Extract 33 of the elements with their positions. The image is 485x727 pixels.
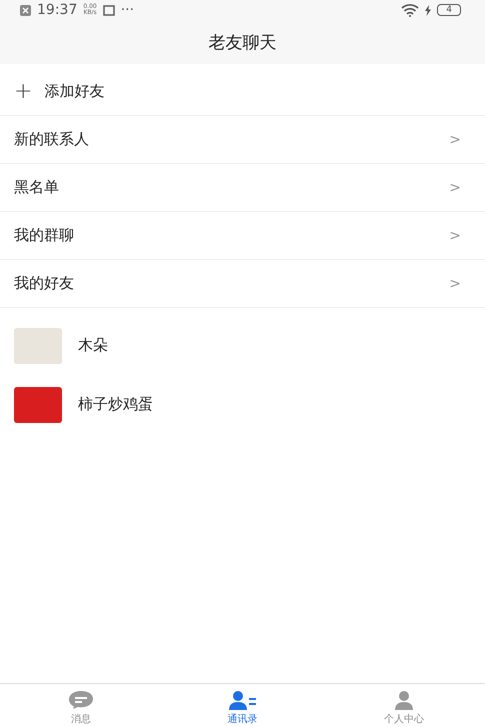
- chat-bubble-icon: [68, 690, 94, 710]
- contact-name: 木朵: [78, 336, 108, 355]
- menu-row[interactable]: 我的好友 >: [0, 260, 485, 308]
- status-app-icon: [102, 4, 115, 16]
- menu-row[interactable]: 新的联系人 >: [0, 116, 485, 164]
- tab-item[interactable]: 个人中心: [323, 684, 485, 727]
- menu-row[interactable]: 黑名单 >: [0, 164, 485, 212]
- contact-row[interactable]: 柿子炒鸡蛋: [0, 375, 485, 434]
- add-friend-label: 添加好友: [44, 82, 104, 101]
- battery-indicator: 4: [437, 4, 461, 16]
- menu-label: 新的联系人: [14, 130, 89, 149]
- chevron-icon: >: [449, 276, 471, 292]
- menu-label: 黑名单: [14, 178, 59, 197]
- tab-item[interactable]: 通讯录: [162, 684, 324, 727]
- charging-icon: [425, 4, 432, 16]
- person-icon: [393, 690, 416, 710]
- status-time: 19:37: [37, 2, 78, 18]
- chevron-icon: >: [449, 228, 471, 244]
- notification-icon: [20, 4, 31, 16]
- wifi-icon: [401, 4, 420, 16]
- more-indicator: ···: [120, 2, 134, 18]
- contact-name: 柿子炒鸡蛋: [78, 395, 153, 414]
- contacts-icon: [228, 690, 258, 710]
- menu-row[interactable]: 我的群聊 >: [0, 212, 485, 260]
- contact-row[interactable]: 木朵: [0, 316, 485, 375]
- menu-label: 我的好友: [14, 274, 74, 293]
- menu-label: 我的群聊: [14, 226, 74, 245]
- plus-icon: +: [14, 80, 32, 102]
- tab-item[interactable]: 消息: [0, 684, 162, 727]
- add-friend-row[interactable]: + 添加好友: [0, 68, 485, 116]
- page-title: 老友聊天: [208, 32, 276, 54]
- chevron-icon: >: [449, 180, 471, 196]
- chevron-icon: >: [449, 132, 471, 148]
